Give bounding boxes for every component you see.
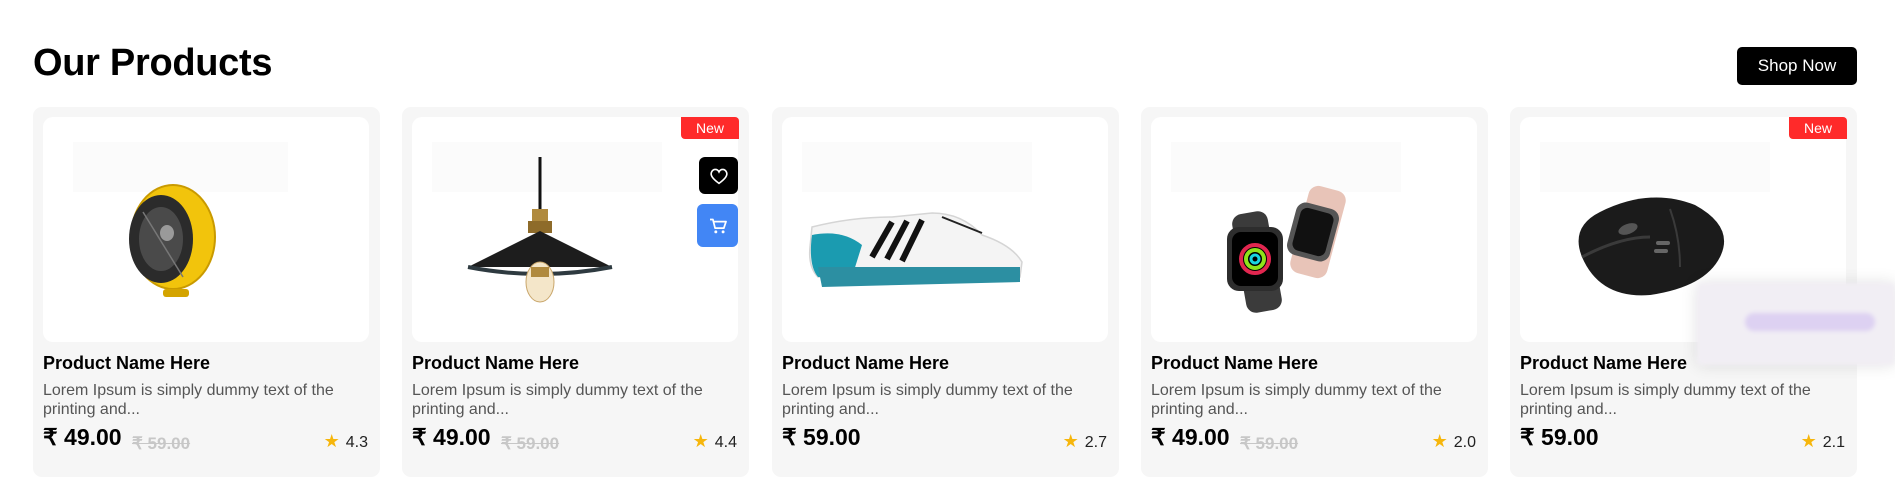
product-name[interactable]: Product Name Here xyxy=(412,353,579,374)
product-name[interactable]: Product Name Here xyxy=(782,353,949,374)
product-rating: ★ 4.4 xyxy=(693,431,737,452)
product-name[interactable]: Product Name Here xyxy=(1520,353,1687,374)
product-price: ₹ 49.00 xyxy=(1151,424,1230,450)
product-rating: ★ 4.3 xyxy=(324,431,368,452)
product-description: Lorem Ipsum is simply dummy text of the … xyxy=(412,382,703,418)
cart-icon xyxy=(709,218,727,233)
product-image[interactable] xyxy=(412,117,738,342)
product-grid: Product Name Here Lorem Ipsum is simply … xyxy=(33,107,1857,477)
product-image[interactable] xyxy=(43,117,369,342)
product-description: Lorem Ipsum is simply dummy text of the … xyxy=(1520,382,1811,418)
product-old-price: ₹ 59.00 xyxy=(1240,434,1299,453)
product-price: ₹ 59.00 xyxy=(1520,424,1599,450)
page-title: Our Products xyxy=(33,42,273,84)
product-old-price: ₹ 59.00 xyxy=(501,434,560,453)
product-price: ₹ 49.00 xyxy=(412,424,491,450)
star-icon: ★ xyxy=(323,431,340,451)
product-name[interactable]: Product Name Here xyxy=(1151,353,1318,374)
star-icon: ★ xyxy=(1431,431,1448,451)
product-rating: ★ 2.0 xyxy=(1432,431,1476,452)
new-badge: New xyxy=(681,117,739,139)
product-description: Lorem Ipsum is simply dummy text of the … xyxy=(782,382,1073,418)
product-card[interactable]: New Product Name Here Lorem Ipsum is sim… xyxy=(402,107,749,477)
product-price: ₹ 59.00 xyxy=(782,424,861,450)
product-rating: ★ 2.1 xyxy=(1801,431,1845,452)
shop-now-button[interactable]: Shop Now xyxy=(1737,47,1857,85)
product-card[interactable]: Product Name Here Lorem Ipsum is simply … xyxy=(33,107,380,477)
rating-value: 4.3 xyxy=(345,434,368,451)
product-rating: ★ 2.7 xyxy=(1063,431,1107,452)
rating-value: 4.4 xyxy=(714,434,737,451)
product-description: Lorem Ipsum is simply dummy text of the … xyxy=(43,382,334,418)
sneaker-icon xyxy=(802,142,1032,287)
wishlist-button[interactable] xyxy=(699,157,738,194)
star-icon: ★ xyxy=(1800,431,1817,451)
product-image[interactable] xyxy=(1151,117,1477,342)
product-image[interactable] xyxy=(782,117,1108,342)
smartwatch-icon xyxy=(1171,142,1401,313)
product-card[interactable]: Product Name Here Lorem Ipsum is simply … xyxy=(1141,107,1488,477)
rating-value: 2.1 xyxy=(1822,434,1845,451)
heart-icon xyxy=(709,168,728,184)
pendant-lamp-icon xyxy=(432,142,662,303)
product-card[interactable]: Product Name Here Lorem Ipsum is simply … xyxy=(772,107,1119,477)
star-icon: ★ xyxy=(1062,431,1079,451)
rating-value: 2.0 xyxy=(1453,434,1476,451)
product-price: ₹ 49.00 xyxy=(43,424,122,450)
product-name[interactable]: Product Name Here xyxy=(43,353,210,374)
section-header: Our Products Shop Now xyxy=(33,38,1857,88)
speaker-icon xyxy=(73,142,288,297)
rating-value: 2.7 xyxy=(1084,434,1107,451)
product-description: Lorem Ipsum is simply dummy text of the … xyxy=(1151,382,1442,418)
add-to-cart-button[interactable] xyxy=(697,204,738,247)
product-old-price: ₹ 59.00 xyxy=(132,434,191,453)
blurred-overlay-bar xyxy=(1745,313,1875,331)
star-icon: ★ xyxy=(692,431,709,451)
blurred-overlay xyxy=(1697,283,1895,365)
new-badge: New xyxy=(1789,117,1847,139)
